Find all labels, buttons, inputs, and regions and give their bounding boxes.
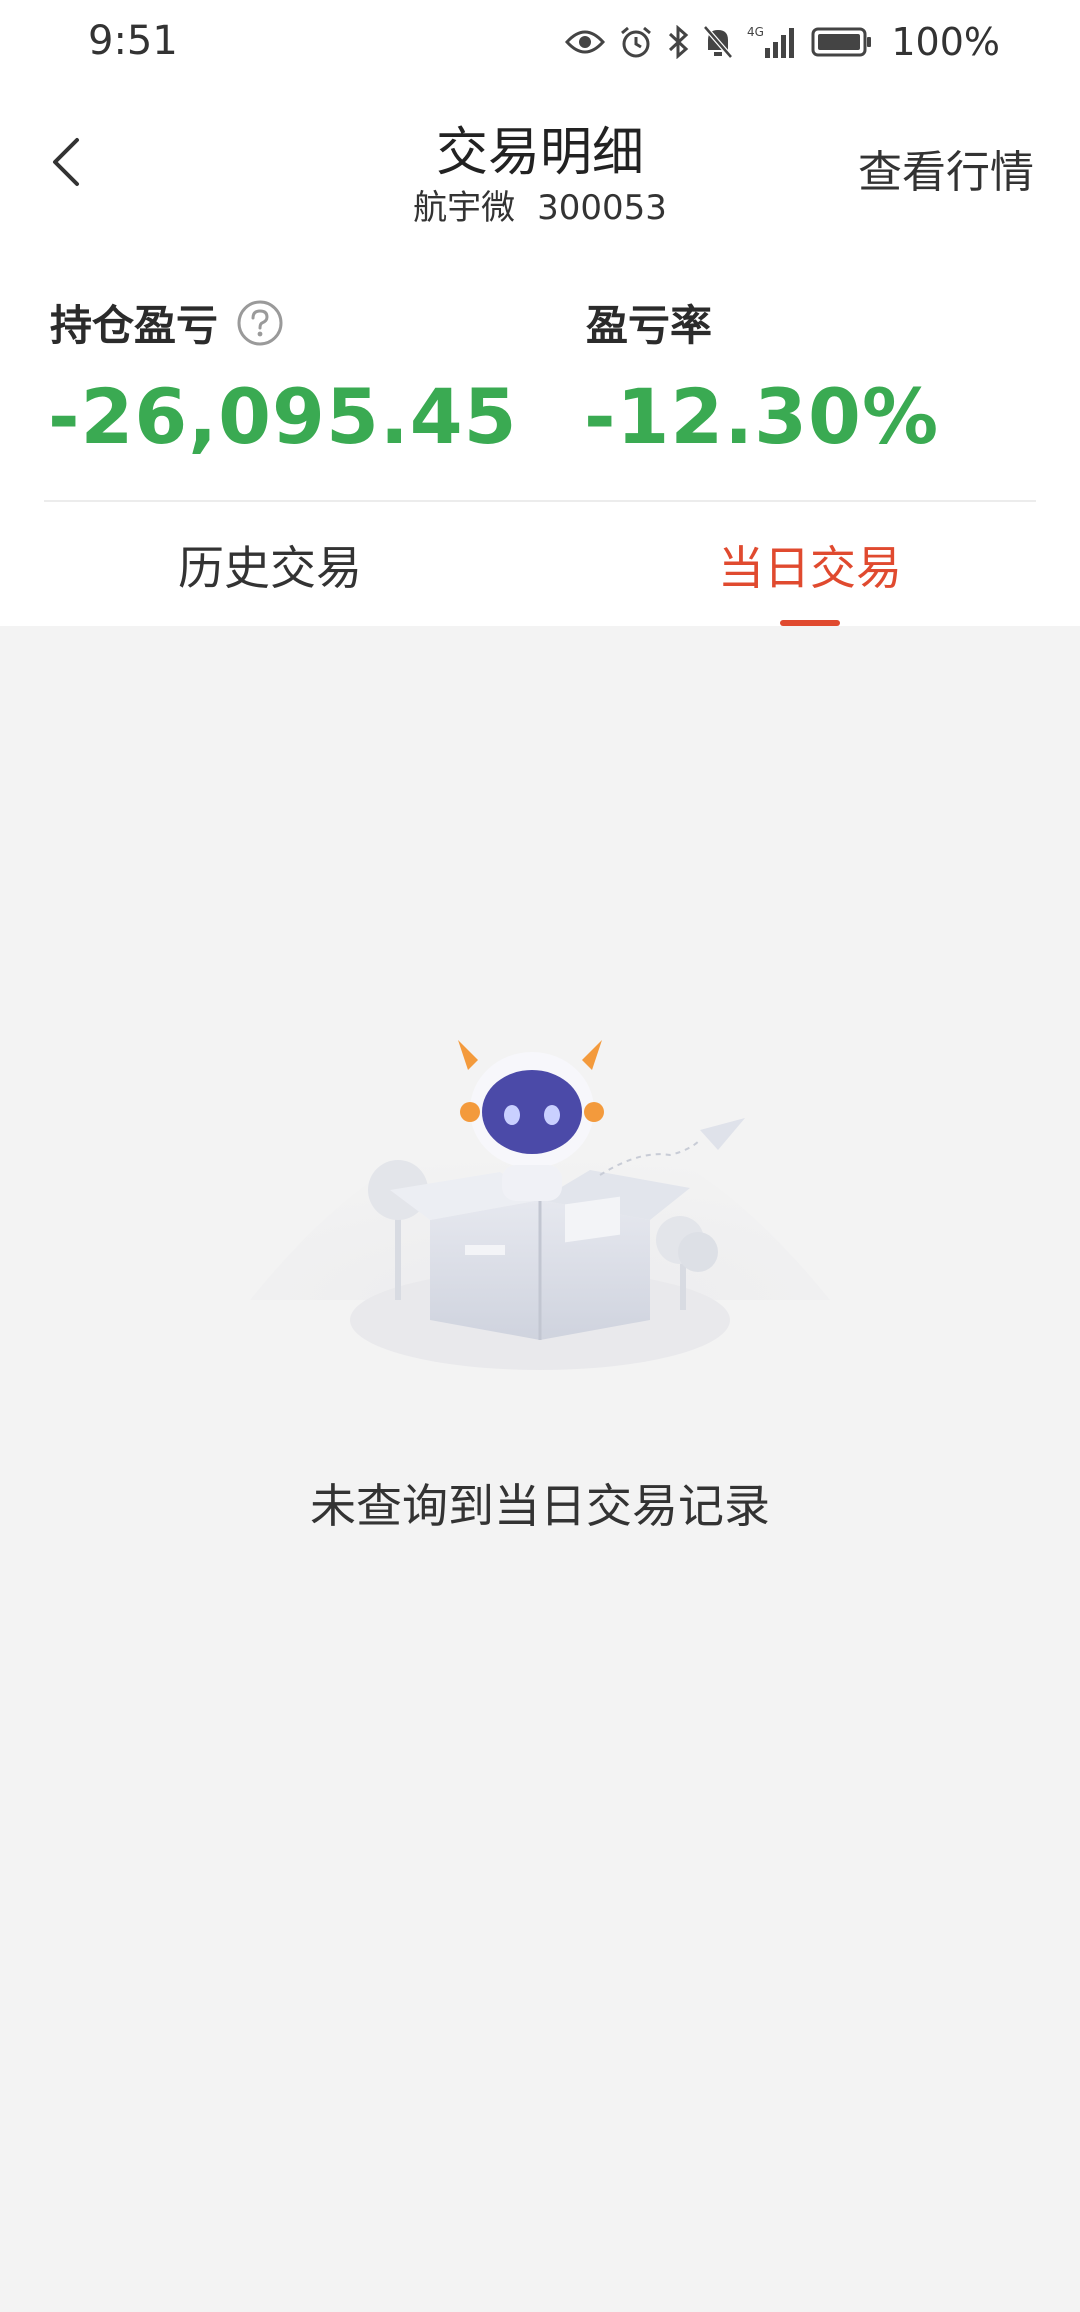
pl-rate-label-text: 盈亏率 bbox=[586, 301, 713, 350]
signal-4g-icon: 4G bbox=[747, 24, 797, 60]
battery-percent: 100% bbox=[891, 20, 1000, 64]
empty-state-message: 未查询到当日交易记录 bbox=[310, 1479, 770, 1533]
eye-icon bbox=[565, 28, 606, 56]
active-tab-indicator bbox=[780, 620, 840, 626]
tab-today-trades[interactable]: 当日交易 bbox=[540, 532, 1080, 598]
holding-pl-label-text: 持仓盈亏 bbox=[50, 301, 219, 350]
pl-rate-label: 盈亏率 bbox=[586, 292, 712, 353]
status-bar: 9:51 4G 100% bbox=[0, 0, 1080, 84]
pl-rate-value: -12.30% bbox=[584, 372, 940, 461]
header: 交易明细 航宇微 300053 查看行情 bbox=[0, 96, 1080, 236]
holding-pl-label: 持仓盈亏 bbox=[50, 292, 284, 353]
mute-bell-icon bbox=[703, 25, 734, 59]
alarm-icon bbox=[619, 25, 653, 59]
empty-state-illustration bbox=[240, 1000, 840, 1380]
bluetooth-icon bbox=[667, 25, 689, 59]
status-time: 9:51 bbox=[88, 18, 178, 64]
tab-history-trades[interactable]: 历史交易 bbox=[0, 532, 540, 598]
status-icons: 4G 100% bbox=[565, 18, 1000, 66]
stock-code: 300053 bbox=[537, 188, 667, 228]
svg-text:4G: 4G bbox=[747, 25, 764, 39]
divider bbox=[44, 500, 1036, 502]
stock-name: 航宇微 bbox=[413, 188, 516, 228]
holding-pl-value: -26,095.45 bbox=[48, 372, 518, 461]
help-icon[interactable] bbox=[236, 299, 284, 347]
view-market-link[interactable]: 查看行情 bbox=[858, 136, 1034, 200]
battery-icon bbox=[811, 26, 873, 58]
